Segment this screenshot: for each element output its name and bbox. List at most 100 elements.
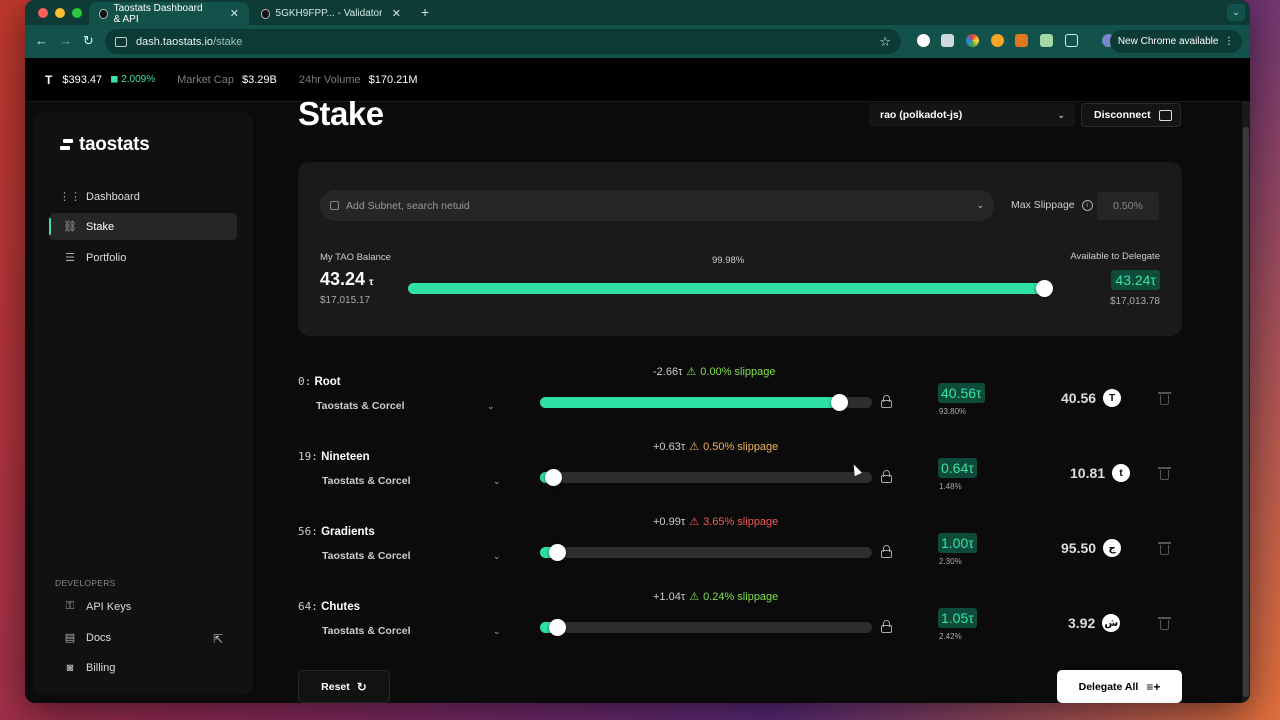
sidebar-item-api-keys[interactable]: ⚿ API Keys (49, 593, 237, 620)
browser-tab-taostats[interactable]: Taostats Dashboard & API ✕ (89, 2, 249, 25)
extension-icon[interactable] (941, 34, 954, 47)
tab-title: 5GKH9FPP... - Validator - tao (275, 8, 382, 19)
price-change-value: 2.009% (121, 74, 156, 85)
stake-slider-handle[interactable] (830, 394, 848, 411)
chevron-down-icon[interactable]: ⌄ (493, 626, 501, 637)
trash-icon[interactable] (1158, 392, 1171, 405)
max-slippage-input[interactable]: 0.50% (1097, 192, 1159, 220)
subnet-name: 56: Gradients (298, 525, 375, 538)
reload-icon[interactable]: ↻ (83, 33, 94, 49)
browser-tab-validator[interactable]: 5GKH9FPP... - Validator - tao ✕ (251, 2, 411, 25)
address-bar[interactable]: dash.taostats.io /stake ☆ (105, 29, 901, 54)
chevron-down-icon: ⌄ (1057, 109, 1065, 120)
stake-amount: 40.56τ (938, 383, 985, 403)
close-window-button[interactable] (38, 8, 48, 18)
forward-icon[interactable]: → (59, 33, 72, 48)
lock-icon[interactable] (881, 545, 892, 559)
change-amount: +0.63τ (653, 440, 686, 453)
trash-icon[interactable] (1158, 617, 1171, 630)
sidebar-item-label: Portfolio (86, 251, 127, 264)
disconnect-button[interactable]: Disconnect (1081, 103, 1181, 127)
maximize-window-button[interactable] (72, 8, 82, 18)
trash-icon[interactable] (1158, 467, 1171, 480)
validator-select[interactable]: Taostats & Corcel (322, 625, 411, 637)
new-tab-icon[interactable]: + (421, 4, 429, 20)
slippage-text: 0.50% slippage (703, 440, 779, 453)
extension-icon[interactable] (1040, 34, 1053, 47)
document-icon: ▤ (64, 632, 76, 644)
url-host: dash.taostats.io (136, 35, 214, 48)
slippage-text: 0.00% slippage (700, 365, 776, 378)
stake-slider[interactable] (540, 544, 872, 561)
delegate-all-label: Delegate All (1078, 680, 1139, 693)
sidebar-item-stake[interactable]: ⛓ Stake (49, 213, 237, 240)
grid-icon: ⋮⋮ (59, 191, 81, 203)
alpha-amount: 10.81 (1070, 465, 1106, 481)
validator-select[interactable]: Taostats & Corcel (316, 400, 405, 412)
stake-slider[interactable] (540, 619, 872, 636)
extension-icon[interactable] (991, 34, 1004, 47)
add-subnet-icon (330, 201, 339, 210)
warning-icon: ⚠ (689, 441, 700, 453)
chevron-down-icon: ⌄ (976, 200, 984, 210)
allocation-slider-handle[interactable] (1035, 280, 1053, 297)
disconnect-label: Disconnect (1094, 109, 1151, 121)
delegate-all-button[interactable]: Delegate All ≡+ (1057, 670, 1182, 703)
warning-icon: ⚠ (689, 516, 700, 528)
bookmark-star-icon[interactable]: ☆ (879, 34, 891, 50)
stake-slider-handle[interactable] (548, 619, 566, 636)
validator-select[interactable]: Taostats & Corcel (322, 475, 411, 487)
chrome-update-button[interactable]: New Chrome available ⋮ (1109, 30, 1242, 53)
extension-icon[interactable] (966, 34, 979, 47)
stake-slider-handle[interactable] (548, 544, 566, 561)
sidebar-item-label: Dashboard (86, 190, 140, 203)
info-icon[interactable]: i (1081, 199, 1093, 211)
stake-slider[interactable] (540, 469, 872, 486)
validator-select[interactable]: Taostats & Corcel (322, 550, 411, 562)
lock-icon[interactable] (881, 470, 892, 484)
extension-icon[interactable] (917, 34, 930, 47)
lock-icon[interactable] (881, 620, 892, 634)
browser-toolbar: ← → ↻ dash.taostats.io /stake ☆ New Chro… (25, 25, 1250, 58)
extensions-puzzle-icon[interactable] (1065, 34, 1078, 47)
chevron-down-icon[interactable]: ⌄ (493, 551, 501, 562)
price-change: ◼ 2.009% (110, 74, 156, 85)
subnet-name-text: Nineteen (321, 451, 370, 463)
sidebar-item-docs[interactable]: ▤ Docs ⇱ (49, 624, 237, 651)
metamask-icon[interactable] (1015, 34, 1028, 47)
lock-icon[interactable] (881, 395, 892, 409)
available-value: 43.24τ (1111, 270, 1160, 290)
taostats-favicon-icon (261, 8, 270, 19)
back-icon[interactable]: ← (35, 33, 48, 48)
subnet-search-input[interactable]: Add Subnet, search netuid ⌄ (320, 190, 994, 221)
chevron-down-icon[interactable]: ⌄ (487, 401, 495, 412)
allocation-slider[interactable] (408, 280, 1053, 297)
wallet-icon (1158, 109, 1172, 121)
site-settings-icon[interactable] (115, 36, 127, 47)
stake-amount: 1.00τ (938, 533, 977, 553)
wallet-selector[interactable]: rao (polkadot-js) ⌄ (869, 103, 1075, 127)
sidebar-item-billing[interactable]: ◙ Billing (49, 654, 237, 681)
validator-name: Taostats & Corcel (316, 400, 405, 412)
taostats-logo[interactable]: taostats (60, 134, 150, 156)
stake-percent: 2.42% (939, 632, 962, 641)
trash-icon[interactable] (1158, 542, 1171, 555)
tab-search-icon[interactable]: ⌄ (1227, 4, 1245, 21)
developers-heading: DEVELOPERS (55, 578, 116, 588)
close-tab-icon[interactable]: ✕ (392, 7, 401, 20)
sidebar-item-label: Billing (86, 661, 116, 674)
market-cap-label: Market Cap (177, 73, 234, 86)
subnet-name: 0: Root (298, 375, 341, 388)
sidebar-item-portfolio[interactable]: ☰ Portfolio (49, 244, 237, 271)
alpha-value: 95.50 ج (1061, 539, 1122, 557)
sidebar-item-dashboard[interactable]: ⋮⋮ Dashboard (49, 183, 237, 210)
chevron-down-icon[interactable]: ⌄ (493, 476, 501, 487)
stake-slider-handle[interactable] (545, 469, 563, 486)
stake-slider[interactable] (540, 394, 872, 411)
close-tab-icon[interactable]: ✕ (230, 7, 239, 20)
reset-button[interactable]: Reset ↻ (298, 670, 390, 703)
minimize-window-button[interactable] (55, 8, 65, 18)
page-scrollbar[interactable] (1242, 102, 1250, 703)
subnet-netuid: 19: (298, 450, 318, 463)
balance-amount: 43.24 (320, 269, 366, 289)
